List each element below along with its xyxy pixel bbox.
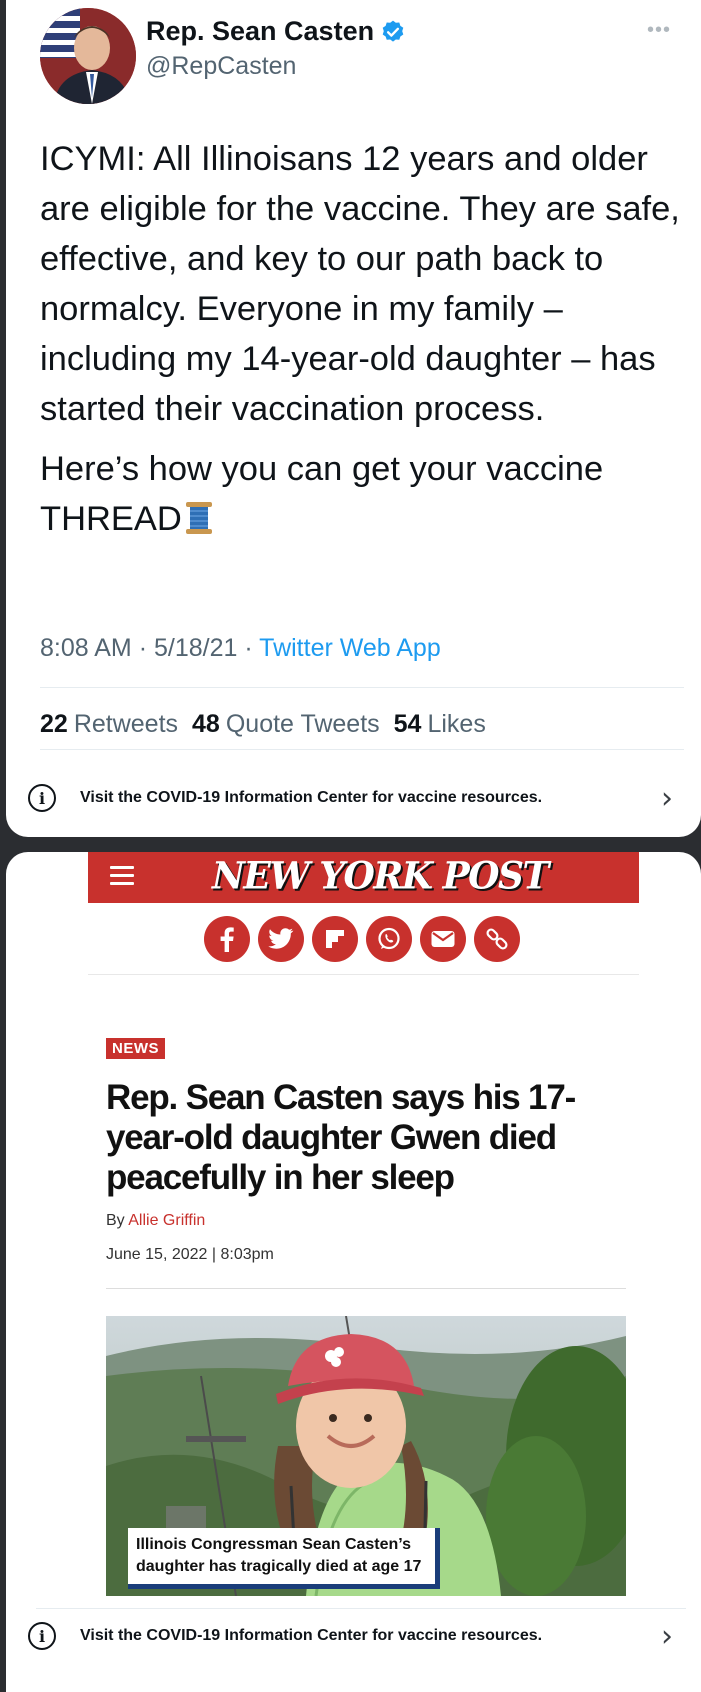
facebook-icon[interactable] [204,916,250,962]
info-icon: i [28,1622,56,1650]
meta-separator-2: · [244,634,260,662]
byline: By Allie Griffin [106,1212,205,1230]
byline-prefix: By [106,1212,129,1229]
photo-caption: Illinois Congressman Sean Casten’s daugh… [128,1528,441,1589]
divider [40,687,684,688]
article-dateline: June 15, 2022 | 8:03pm [106,1246,274,1263]
author-name[interactable]: Rep. Sean Casten [146,16,406,47]
meta-separator-1: · [138,634,154,662]
quote-tweets-label: Quote Tweets [225,710,380,738]
retweets-stat[interactable]: 22 Retweets [40,710,178,739]
photo-caption-line-1: Illinois Congressman Sean Casten’s [136,1536,412,1553]
divider [106,1288,626,1289]
chevron-right-icon: › [661,1618,673,1654]
divider [40,749,684,750]
covid-info-banner[interactable]: i Visit the COVID-19 Information Center … [28,1616,679,1656]
tweet-date[interactable]: 5/18/21 [154,634,237,662]
covid-info-banner[interactable]: i Visit the COVID-19 Information Center … [28,778,679,818]
spool-of-thread-icon [185,502,212,534]
more-options-icon[interactable]: ••• [647,20,671,40]
tweet-meta: 8:08 AM · 5/18/21 · Twitter Web App [40,634,441,663]
header-divider [88,974,639,975]
tweet-stats: 22 Retweets 48 Quote Tweets 54 Likes [40,710,486,739]
email-icon[interactable] [420,916,466,962]
likes-count: 54 [393,710,422,738]
covid-info-text: Visit the COVID-19 Information Center fo… [80,1627,543,1644]
retweets-label: Retweets [73,710,179,738]
tweet-card: Rep. Sean Casten @RepCasten ••• ICYMI: A… [6,0,701,837]
retweets-count: 22 [40,710,68,738]
covid-info-text: Visit the COVID-19 Information Center fo… [80,789,543,806]
author-link[interactable]: Allie Griffin [128,1212,205,1229]
link-icon[interactable] [474,916,520,962]
flipboard-icon[interactable] [312,916,358,962]
nyp-logo[interactable]: NEW YORK POST [212,852,549,901]
twitter-icon[interactable] [258,916,304,962]
likes-stat[interactable]: 54 Likes [394,710,486,739]
section-tag[interactable]: NEWS [106,1038,165,1059]
quote-tweets-count: 48 [192,710,220,738]
nyp-header-bar: NEW YORK POST [88,852,639,903]
hamburger-menu-icon[interactable] [110,866,134,886]
author-name-text[interactable]: Rep. Sean Casten [146,16,374,47]
article-headline: Rep. Sean Casten says his 17-year-old da… [106,1078,576,1197]
likes-label: Likes [427,710,486,738]
quote-tweets-stat[interactable]: 48 Quote Tweets [192,710,380,739]
divider [36,1608,686,1609]
info-icon: i [28,784,56,812]
whatsapp-icon[interactable] [366,916,412,962]
tweet-paragraph-2-text: Here’s how you can get your vaccine THRE… [40,450,604,538]
share-buttons [204,916,520,962]
article-photo: Illinois Congressman Sean Casten’s daugh… [106,1316,626,1596]
photo-caption-line-2: daughter has tragically died at age 17 [136,1558,422,1575]
tweet-text: ICYMI: All Illinoisans 12 years and olde… [40,134,680,544]
tweet-time[interactable]: 8:08 AM [40,634,132,662]
verified-badge-icon [382,20,404,42]
tweet-paragraph-1: ICYMI: All Illinoisans 12 years and olde… [40,140,680,428]
author-handle[interactable]: @RepCasten [146,52,296,81]
tweet-source-link[interactable]: Twitter Web App [259,634,441,662]
article-card: NEW YORK POST NEWS Rep. Sean Casten says… [6,852,701,1692]
chevron-right-icon: › [661,780,673,816]
avatar[interactable] [40,8,136,104]
tweet-paragraph-2: Here’s how you can get your vaccine THRE… [40,444,680,544]
